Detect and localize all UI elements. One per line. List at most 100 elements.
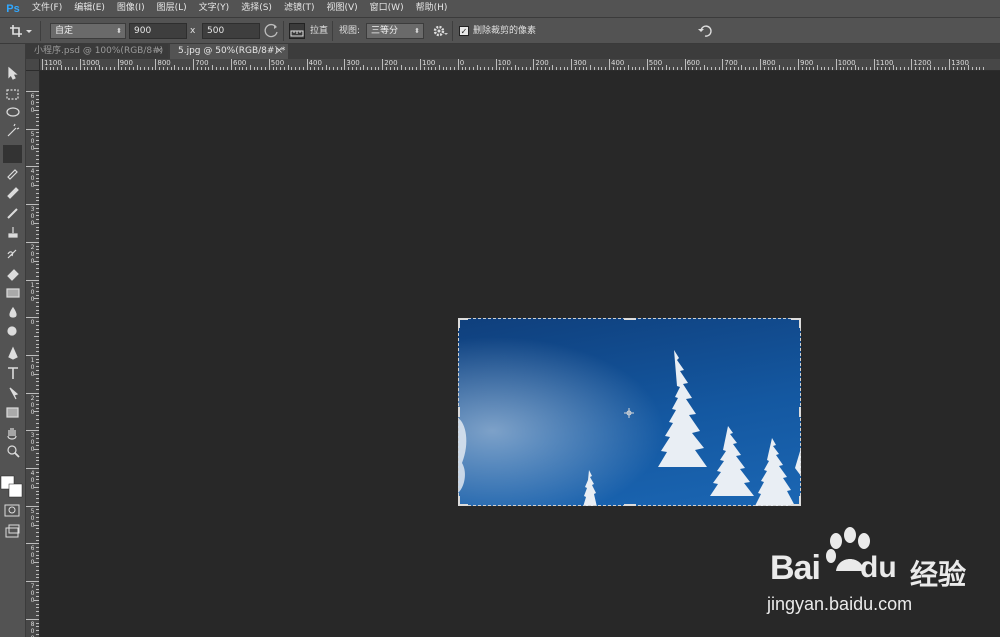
ruler-minor-tick [261, 67, 263, 70]
tab-document-psd[interactable]: 小程序.psd @ 100%(RGB/8#) × [26, 44, 168, 59]
vertical-ruler[interactable]: 6 0 0 5 0 0 4 0 0 3 0 0 2 0 0 1 0 0 0 1 0 0 2 0 … [26, 71, 40, 637]
crop-handle-top-right-v[interactable] [799, 318, 801, 328]
ruler-minor-tick [299, 67, 301, 70]
ruler-origin[interactable] [26, 59, 40, 71]
times-label: x [190, 26, 196, 36]
ruler-minor-tick [36, 189, 39, 191]
ruler-minor-tick [514, 65, 516, 70]
chevron-updown-icon: ⬍ [414, 27, 420, 35]
menu-type[interactable]: 文字(Y) [193, 0, 236, 17]
crop-center-icon [624, 408, 634, 418]
horizontal-ruler[interactable]: 1100 1000 900 800 700 600 500 400 300 200 100 0 100 2… [40, 59, 1000, 71]
crop-handle-left[interactable] [458, 407, 460, 417]
menu-window[interactable]: 窗口(W) [364, 0, 410, 17]
menu-select[interactable]: 选择(S) [235, 0, 278, 17]
ruler-minor-tick [522, 67, 524, 70]
ruler-minor-tick [36, 441, 39, 443]
menu-file[interactable]: 文件(F) [26, 0, 68, 17]
watermark-cn: 经验 [910, 558, 967, 591]
delete-cropped-checkbox[interactable]: ✓ [459, 26, 469, 36]
ruler-minor-tick [370, 67, 372, 70]
crop-bounding-box[interactable] [458, 318, 801, 506]
ruler-minor-tick [979, 67, 981, 70]
ruler-minor-tick [291, 67, 293, 70]
ruler-minor-tick [34, 336, 39, 338]
ruler-minor-tick [144, 67, 146, 70]
ruler-minor-tick [36, 264, 39, 266]
ruler-minor-tick [643, 67, 645, 70]
ruler-minor-tick [472, 67, 474, 70]
ruler-minor-tick [36, 162, 39, 164]
ruler-tick [26, 128, 39, 130]
ruler-minor-tick [529, 67, 531, 70]
ruler-minor-tick [212, 65, 214, 70]
menu-layer[interactable]: 图层(L) [151, 0, 193, 17]
ruler-label: 1200 [913, 59, 932, 67]
crop-width-input[interactable]: 900 [129, 23, 187, 39]
ruler-minor-tick [72, 67, 74, 70]
ruler-minor-tick [36, 207, 39, 209]
menu-help[interactable]: 帮助(H) [410, 0, 454, 17]
ruler-minor-tick [36, 418, 39, 420]
ruler-minor-tick [36, 132, 39, 134]
swap-dimensions-button[interactable] [264, 23, 280, 39]
ruler-minor-tick [786, 67, 788, 70]
ruler-minor-tick [36, 143, 39, 145]
crop-settings-button[interactable] [432, 23, 448, 39]
ruler-minor-tick [975, 67, 977, 70]
ruler-minor-tick [782, 67, 784, 70]
menu-filter[interactable]: 滤镜(T) [278, 0, 321, 17]
crop-handle-right[interactable] [799, 407, 801, 417]
ruler-label: 2 0 0 [30, 394, 35, 416]
ruler-tick [26, 468, 39, 469]
ruler-minor-tick [36, 256, 39, 258]
tab-document-jpg[interactable]: 5.jpg @ 50%(RGB/8#) * × [170, 44, 288, 59]
ruler-label: 5 0 0 [30, 130, 35, 152]
gear-icon [433, 25, 448, 37]
close-icon[interactable]: × [155, 44, 163, 59]
crop-tool-highlight[interactable] [3, 145, 22, 163]
ruler-minor-tick [36, 309, 39, 311]
crop-height-input[interactable]: 500 [202, 23, 260, 39]
ruler-minor-tick [36, 173, 39, 175]
ruler-label: 6 0 0 [30, 93, 35, 114]
ruler-minor-tick [36, 622, 39, 624]
straighten-label: 拉直 [310, 26, 329, 36]
ruler-minor-tick [869, 67, 871, 70]
ruler-tick [26, 241, 39, 243]
ruler-minor-tick [140, 67, 142, 70]
ruler-tick [26, 166, 39, 168]
ruler-minor-tick [779, 65, 781, 70]
ruler-minor-tick [36, 366, 39, 368]
ruler-minor-tick [64, 67, 66, 70]
ruler-minor-tick [36, 332, 39, 334]
ruler-minor-tick [36, 294, 39, 296]
ruler-minor-tick [794, 67, 796, 70]
crop-handle-bottom-left-v[interactable] [458, 496, 460, 506]
ruler-minor-tick [934, 67, 936, 70]
menu-image[interactable]: 图像(I) [111, 0, 151, 17]
ruler-minor-tick [36, 630, 39, 632]
ruler-label: 700 [195, 59, 209, 67]
straighten-button[interactable] [289, 23, 305, 39]
ruler-minor-tick [677, 67, 679, 70]
menu-edit[interactable]: 编辑(E) [68, 0, 111, 17]
ruler-minor-tick [36, 615, 39, 617]
ruler-minor-tick [36, 471, 39, 473]
ratio-preset-select[interactable]: 自定 ⬍ [50, 23, 126, 39]
crop-handle-top-left-v[interactable] [458, 318, 460, 328]
crop-handle-bottom[interactable] [624, 504, 636, 506]
ruler-label: 1100 [44, 59, 62, 67]
close-icon[interactable]: × [275, 44, 283, 59]
ruler-minor-tick [36, 234, 39, 236]
overlay-view-select[interactable]: 三等分 ⬍ [366, 23, 424, 39]
reset-crop-button[interactable] [697, 23, 713, 39]
crop-handle-bottom-right-v[interactable] [799, 496, 801, 506]
canvas-area[interactable]: Bai du 经验 jingyan.baidu.com [40, 71, 1000, 637]
ruler-minor-tick [36, 456, 39, 458]
menu-view[interactable]: 视图(V) [320, 0, 363, 17]
crop-handle-top[interactable] [624, 318, 636, 320]
separator [452, 21, 453, 41]
ruler-minor-tick [253, 67, 255, 70]
tool-preset-picker[interactable] [8, 22, 34, 40]
